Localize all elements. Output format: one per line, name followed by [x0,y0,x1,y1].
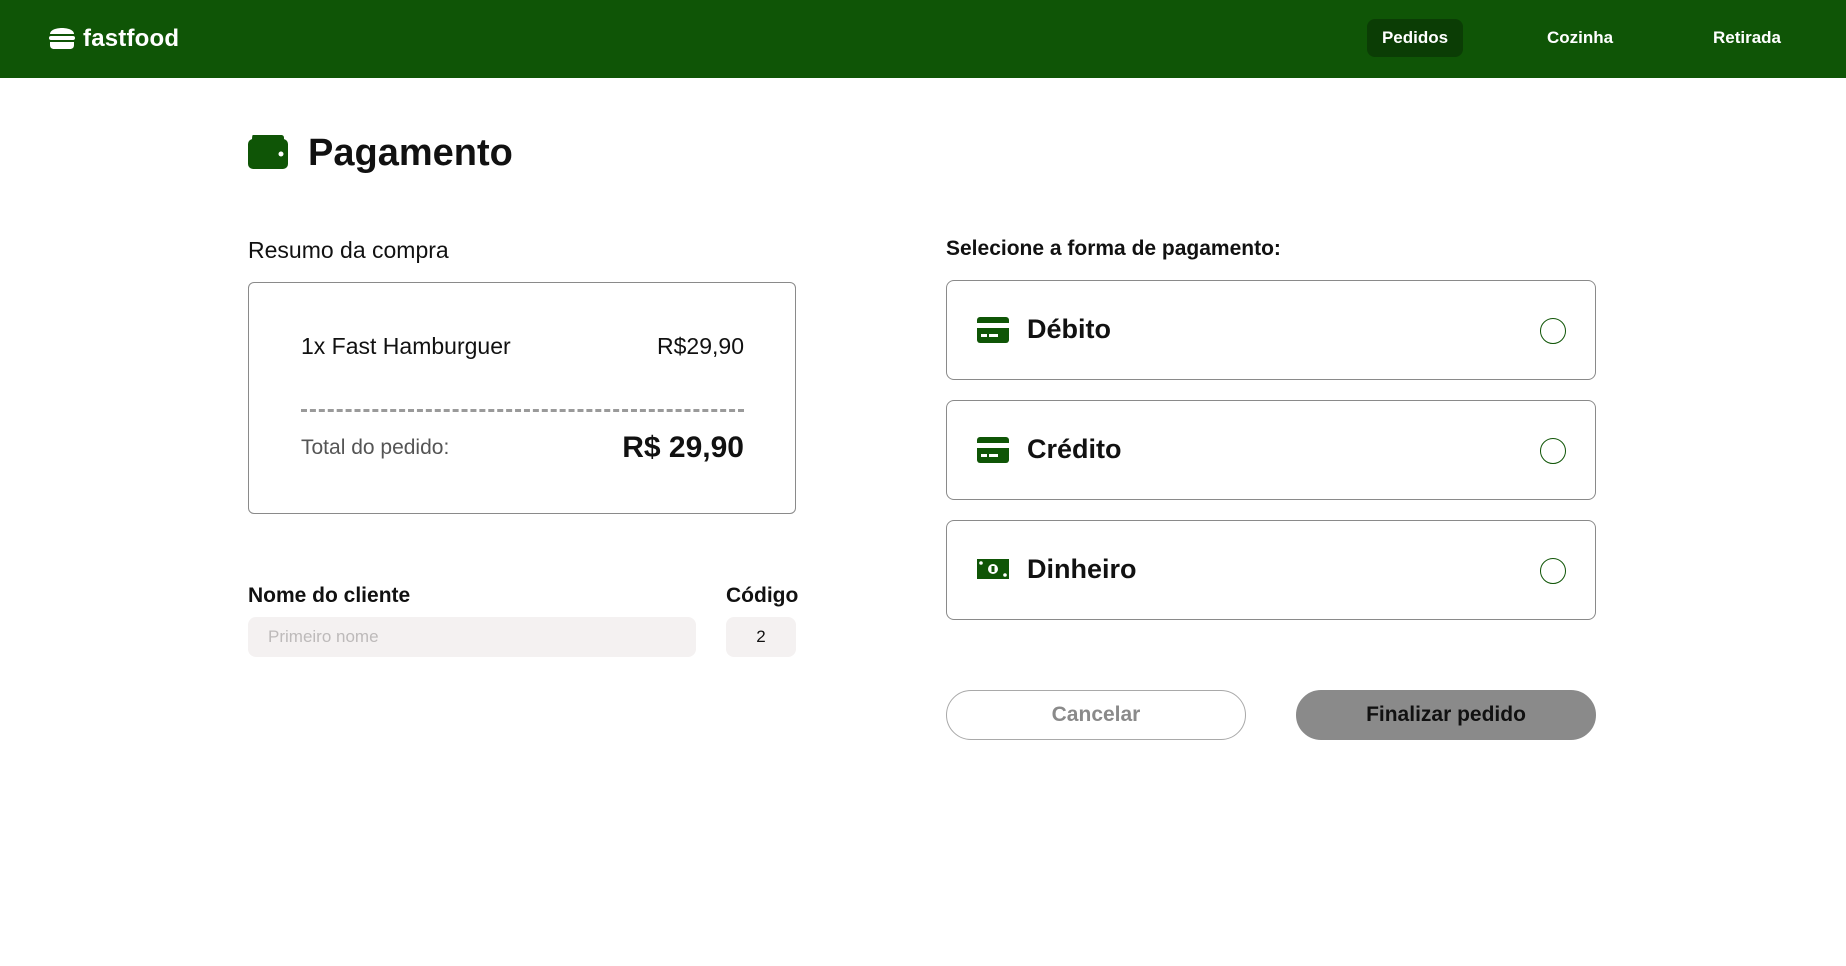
client-name-input[interactable] [248,617,696,657]
payment-option-label: Crédito [1027,434,1122,464]
payment-radio-debito[interactable] [1540,318,1566,344]
cancel-button[interactable]: Cancelar [946,690,1246,740]
order-code-label: Código [726,584,799,607]
total-label: Total do pedido: [301,436,450,459]
credit-card-icon [977,317,1009,348]
payment-option-credito[interactable]: Crédito [946,400,1596,500]
burger-icon [47,23,77,56]
page-header: Pagamento [248,132,513,175]
total-value: R$ 29,90 [622,431,744,464]
nav-retirada[interactable]: Retirada [1697,19,1797,57]
finish-order-button[interactable]: Finalizar pedido [1296,690,1596,740]
top-navbar: fastfood Pedidos Cozinha Retirada [0,0,1846,78]
summary-divider [301,409,744,412]
money-bill-icon [977,557,1009,586]
nav-pedidos[interactable]: Pedidos [1367,19,1463,57]
order-item-price: R$29,90 [657,333,744,359]
payment-option-dinheiro[interactable]: Dinheiro [946,520,1596,620]
summary-label: Resumo da compra [248,237,449,263]
nav-cozinha[interactable]: Cozinha [1530,19,1630,57]
payment-option-label: Dinheiro [1027,554,1137,584]
client-name-label: Nome do cliente [248,584,411,607]
order-summary-card: 1x Fast Hamburguer R$29,90 Total do pedi… [248,282,796,514]
payment-method-label: Selecione a forma de pagamento: [946,237,1281,260]
payment-radio-dinheiro[interactable] [1540,558,1566,584]
order-total-row: Total do pedido: R$ 29,90 [301,431,744,465]
brand-logo[interactable]: fastfood [47,22,179,56]
brand-name: fastfood [83,25,180,52]
order-item-description: 1x Fast Hamburguer [301,333,511,359]
credit-card-icon [977,437,1009,468]
order-code-value: 2 [726,617,796,657]
wallet-icon [248,133,288,174]
payment-option-label: Débito [1027,314,1111,344]
page-title: Pagamento [308,132,513,174]
payment-option-debito[interactable]: Débito [946,280,1596,380]
payment-radio-credito[interactable] [1540,438,1566,464]
order-item-row: 1x Fast Hamburguer R$29,90 [301,333,744,360]
